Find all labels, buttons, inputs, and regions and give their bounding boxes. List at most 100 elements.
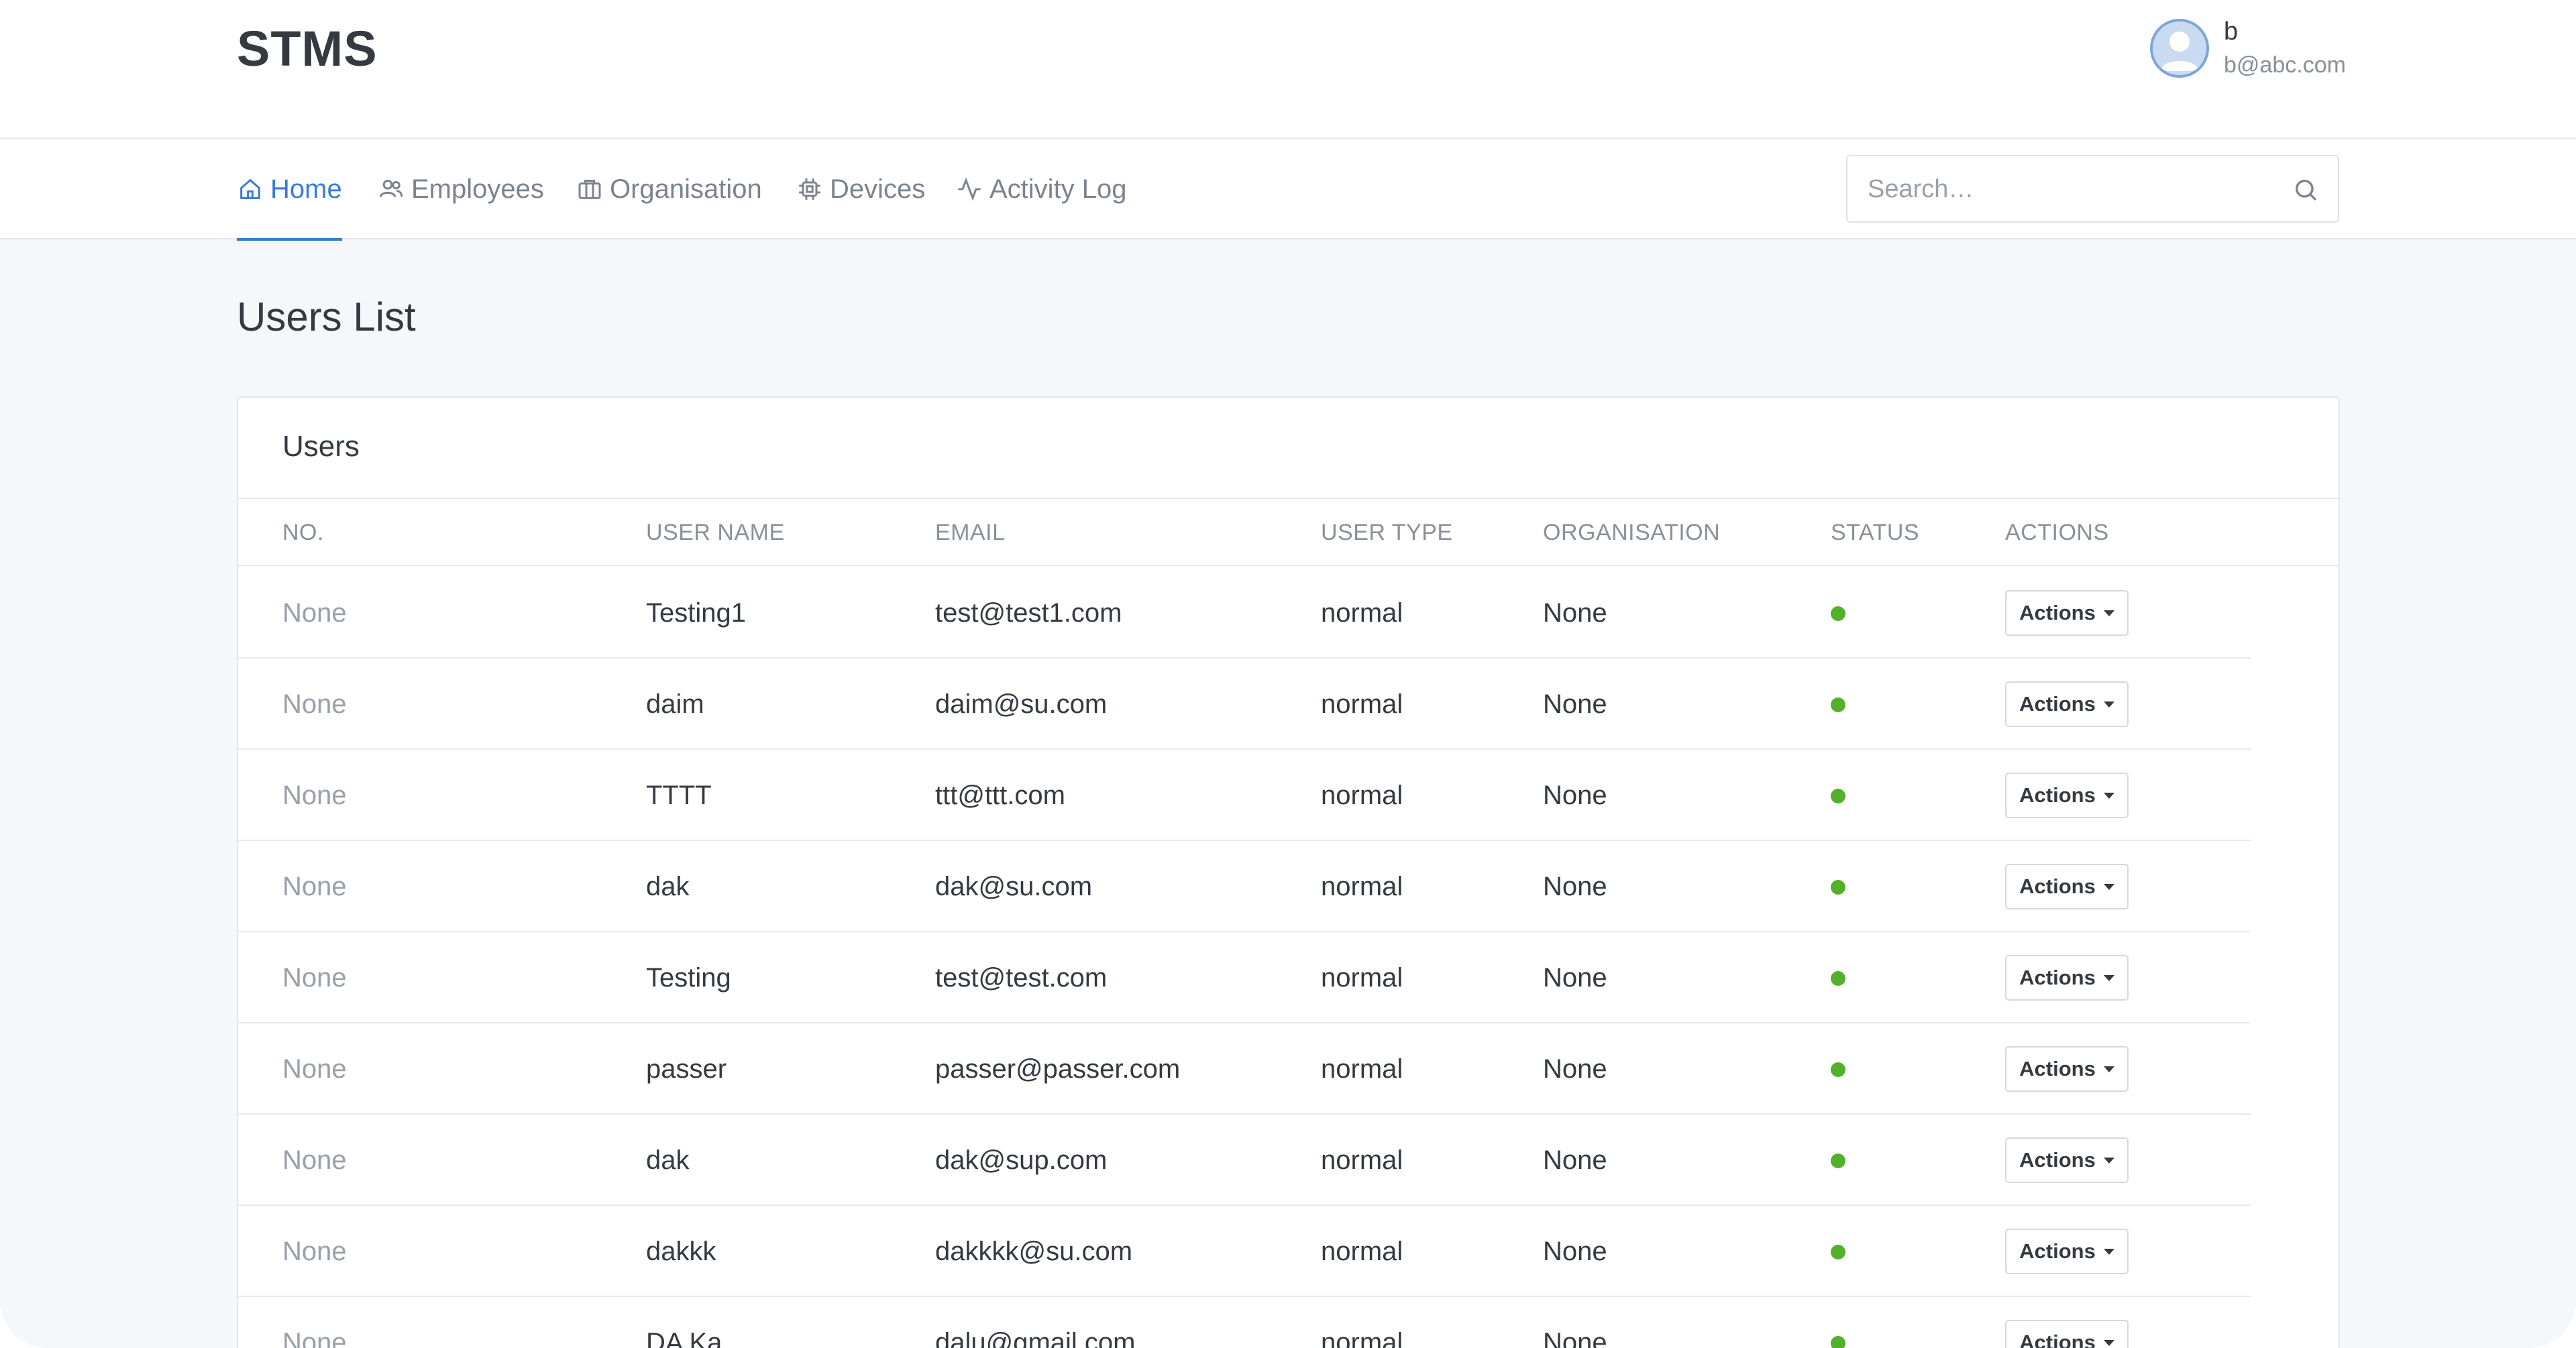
cell-username: passer xyxy=(646,1054,727,1084)
status-indicator xyxy=(1831,1154,1845,1168)
column-header-email: EMAIL xyxy=(935,520,1006,545)
table-row[interactable]: None TTTT ttt@ttt.com normal None Actions xyxy=(238,750,2251,841)
nav-item-organisation[interactable]: Organisation xyxy=(576,139,762,239)
cell-username: dak xyxy=(646,872,690,901)
actions-dropdown-button[interactable]: Actions xyxy=(2005,1320,2129,1348)
column-header-actions: ACTIONS xyxy=(2005,520,2109,545)
status-indicator xyxy=(1831,789,1845,803)
cell-username: TTTT xyxy=(646,781,712,810)
user-name[interactable]: b xyxy=(2224,17,2238,46)
actions-dropdown-button[interactable]: Actions xyxy=(2005,590,2129,636)
nav-item-home[interactable]: Home xyxy=(237,139,342,241)
app-brand[interactable]: STMS xyxy=(237,20,378,77)
users-card: Users NO. USER NAME EMAIL USER TYPE ORGA… xyxy=(237,396,2340,1348)
actions-dropdown-button[interactable]: Actions xyxy=(2005,1229,2129,1274)
cell-user-type: normal xyxy=(1321,598,1403,628)
search-icon[interactable] xyxy=(2292,176,2319,203)
search-input[interactable] xyxy=(1868,168,2270,210)
column-header-no: NO. xyxy=(282,520,324,545)
cell-user-type: normal xyxy=(1321,781,1403,810)
nav-item-activity-log[interactable]: Activity Log xyxy=(956,139,1127,239)
cell-email: passer@passer.com xyxy=(935,1054,1181,1084)
cell-no: None xyxy=(282,1237,347,1266)
user-email: b@abc.com xyxy=(2224,52,2346,78)
caret-down-icon xyxy=(2103,610,2114,616)
cell-username: dak xyxy=(646,1145,690,1175)
users-icon xyxy=(379,180,403,198)
card-title: Users xyxy=(282,430,360,463)
table-row[interactable]: None Testing1 test@test1.com normal None Acti… xyxy=(238,567,2251,659)
table-row[interactable]: None daim daim@su.com normal None Actions xyxy=(238,659,2251,750)
cell-user-type: normal xyxy=(1321,1237,1403,1266)
status-indicator xyxy=(1831,697,1845,712)
top-header: STMS b b@abc.com xyxy=(0,0,2576,139)
actions-dropdown-button[interactable]: Actions xyxy=(2005,1046,2129,1092)
column-header-user-type: USER TYPE xyxy=(1321,520,1453,545)
cell-email: dakkkk@su.com xyxy=(935,1237,1133,1266)
actions-label: Actions xyxy=(2019,783,2096,807)
table-row[interactable]: None dak dak@su.com normal None Actions xyxy=(238,841,2251,932)
cell-user-type: normal xyxy=(1321,1145,1403,1175)
actions-dropdown-button[interactable]: Actions xyxy=(2005,955,2129,1001)
column-header-username: USER NAME xyxy=(646,520,785,545)
actions-label: Actions xyxy=(2019,966,2096,989)
status-indicator xyxy=(1831,606,1845,621)
nav-item-devices[interactable]: Devices xyxy=(796,139,925,239)
caret-down-icon xyxy=(2103,701,2114,708)
cell-email: test@test1.com xyxy=(935,598,1122,628)
nav-item-employees[interactable]: Employees xyxy=(378,139,544,239)
avatar[interactable] xyxy=(2150,19,2209,78)
actions-dropdown-button[interactable]: Actions xyxy=(2005,681,2129,727)
actions-dropdown-button[interactable]: Actions xyxy=(2005,1137,2129,1183)
cell-username: Testing1 xyxy=(646,598,746,628)
cell-username: Testing xyxy=(646,963,731,993)
column-header-status: STATUS xyxy=(1831,520,1920,545)
cell-email: dalu@gmail.com xyxy=(935,1328,1136,1348)
cell-organisation: None xyxy=(1543,1328,1607,1348)
cell-no: None xyxy=(282,598,347,628)
home-icon xyxy=(240,178,260,199)
cell-organisation: None xyxy=(1543,689,1607,719)
cell-email: daim@su.com xyxy=(935,689,1108,719)
cell-email: ttt@ttt.com xyxy=(935,781,1065,810)
table-row[interactable]: None Testing test@test.com normal None Action… xyxy=(238,932,2251,1023)
cell-username: dakkk xyxy=(646,1237,716,1266)
cell-no: None xyxy=(282,781,347,810)
user-avatar-icon xyxy=(2150,19,2209,78)
actions-dropdown-button[interactable]: Actions xyxy=(2005,773,2129,818)
nav-item-label: Activity Log xyxy=(989,174,1127,204)
cell-organisation: None xyxy=(1543,1145,1607,1175)
cell-no: None xyxy=(282,1054,347,1084)
cell-email: test@test.com xyxy=(935,963,1108,993)
table-row[interactable]: None dakkk dakkkk@su.com normal None Actions xyxy=(238,1206,2251,1297)
nav-item-label: Home xyxy=(270,174,342,204)
table-row[interactable]: None DA Ka dalu@gmail.com normal None Actions xyxy=(238,1297,2251,1348)
status-indicator xyxy=(1831,1245,1845,1259)
cell-user-type: normal xyxy=(1321,963,1403,993)
activity-icon xyxy=(958,177,981,201)
status-indicator xyxy=(1831,880,1845,895)
actions-dropdown-button[interactable]: Actions xyxy=(2005,864,2129,909)
page-title: Users List xyxy=(237,294,416,339)
chip-icon xyxy=(799,178,820,200)
caret-down-icon xyxy=(2103,883,2114,890)
cell-no: None xyxy=(282,1328,347,1348)
actions-label: Actions xyxy=(2019,875,2096,898)
cell-no: None xyxy=(282,872,347,901)
cell-organisation: None xyxy=(1543,872,1607,901)
cell-organisation: None xyxy=(1543,598,1607,628)
caret-down-icon xyxy=(2103,1248,2114,1255)
cell-no: None xyxy=(282,689,347,719)
nav-item-label: Organisation xyxy=(610,174,762,204)
table-row[interactable]: None dak dak@sup.com normal None Actions xyxy=(238,1115,2251,1206)
caret-down-icon xyxy=(2103,792,2114,799)
cell-username: daim xyxy=(646,689,704,719)
cell-user-type: normal xyxy=(1321,1054,1403,1084)
main-nav: Home Employees Organisation Devices Acti… xyxy=(0,139,2576,241)
status-indicator xyxy=(1831,971,1845,986)
search-box xyxy=(1846,155,2339,223)
table-row[interactable]: None passer passer@passer.com normal None Act… xyxy=(238,1023,2251,1115)
table-body: None Testing1 test@test1.com normal None Acti… xyxy=(238,567,2251,1348)
cell-no: None xyxy=(282,963,347,993)
cell-organisation: None xyxy=(1543,781,1607,810)
